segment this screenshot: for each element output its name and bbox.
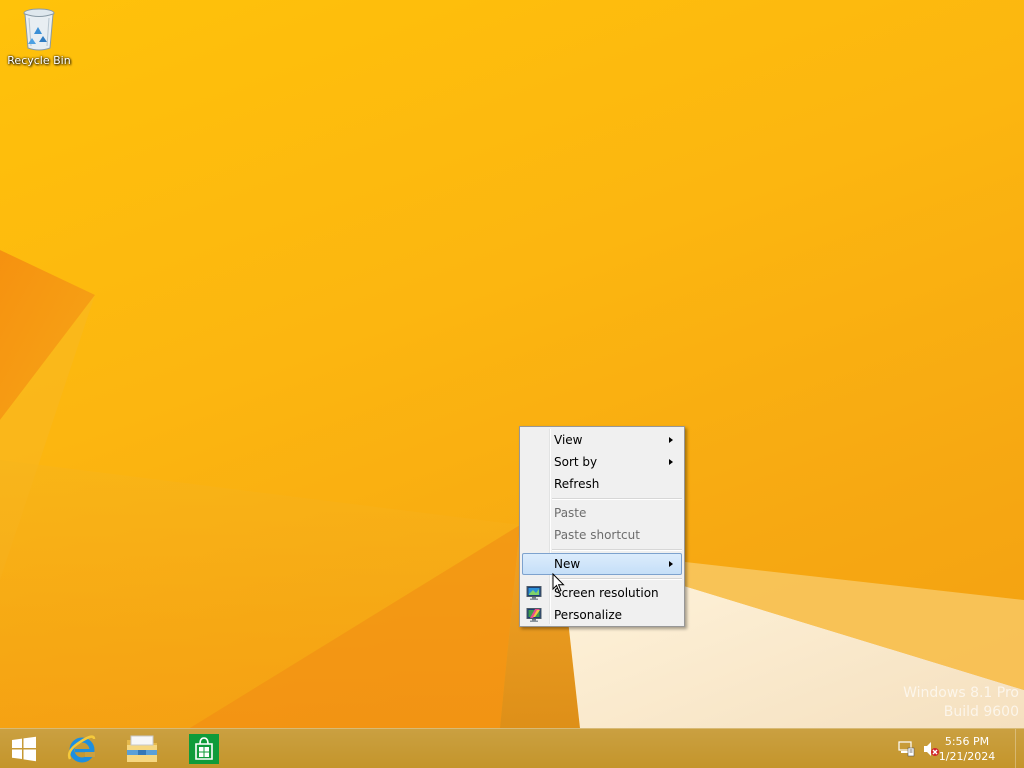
menu-item-refresh[interactable]: Refresh	[522, 473, 682, 495]
menu-separator	[552, 578, 682, 580]
taskbar-clock[interactable]: 5:56 PM 1/21/2024	[932, 734, 1002, 764]
internet-explorer-icon	[67, 735, 96, 763]
submenu-arrow-icon	[669, 437, 673, 443]
menu-item-label: Sort by	[554, 455, 598, 469]
network-icon[interactable]	[898, 740, 916, 758]
watermark-edition: Windows 8.1 Pro	[903, 685, 1019, 701]
watermark-build: Build 9600	[943, 704, 1019, 720]
desktop[interactable]: Recycle Bin Windows 8.1 Pro Build 9600 V…	[0, 0, 1024, 768]
start-button[interactable]	[0, 729, 54, 768]
file-explorer-icon	[127, 735, 157, 762]
show-desktop-button[interactable]	[1015, 729, 1024, 768]
menu-item-paste-shortcut[interactable]: Paste shortcut	[522, 524, 682, 546]
recycle-bin-icon	[23, 8, 55, 51]
windows-logo-icon	[12, 736, 36, 762]
menu-item-view[interactable]: View	[522, 429, 682, 451]
taskbar-internet-explorer[interactable]	[52, 729, 112, 768]
menu-item-label: Paste	[554, 506, 587, 520]
taskbar-store[interactable]	[174, 729, 234, 768]
wallpaper-graphic	[0, 250, 1024, 728]
mouse-cursor-icon	[552, 573, 565, 593]
store-icon	[189, 734, 219, 764]
menu-item-label: New	[554, 557, 581, 571]
windows-watermark: Windows 8.1 Pro Build 9600	[903, 684, 1019, 722]
personalize-icon	[526, 608, 542, 622]
menu-item-label: Paste shortcut	[554, 528, 640, 542]
clock-time: 5:56 PM	[944, 735, 990, 748]
menu-separator	[552, 498, 682, 500]
menu-item-new[interactable]: New	[522, 553, 682, 575]
menu-item-screen-resolution[interactable]: Screen resolution	[522, 582, 682, 604]
desktop-icon-label: Recycle Bin	[7, 54, 71, 67]
submenu-arrow-icon	[669, 459, 673, 465]
menu-item-personalize[interactable]: Personalize	[522, 604, 682, 626]
monitor-icon	[526, 586, 542, 600]
submenu-arrow-icon	[669, 561, 673, 567]
menu-item-label: Refresh	[554, 477, 600, 491]
menu-item-label: Screen resolution	[554, 586, 659, 600]
taskbar-file-explorer[interactable]	[112, 729, 172, 768]
desktop-icon-recycle-bin[interactable]: Recycle Bin	[4, 6, 74, 76]
menu-item-label: View	[554, 433, 583, 447]
menu-item-label: Personalize	[554, 608, 623, 622]
taskbar: 5:56 PM 1/21/2024	[0, 728, 1024, 768]
menu-item-sort-by[interactable]: Sort by	[522, 451, 682, 473]
menu-separator	[552, 549, 682, 551]
menu-item-paste[interactable]: Paste	[522, 502, 682, 524]
clock-date: 1/21/2024	[938, 750, 996, 763]
desktop-context-menu: View Sort by Refresh Paste Paste shortcu…	[519, 426, 685, 627]
